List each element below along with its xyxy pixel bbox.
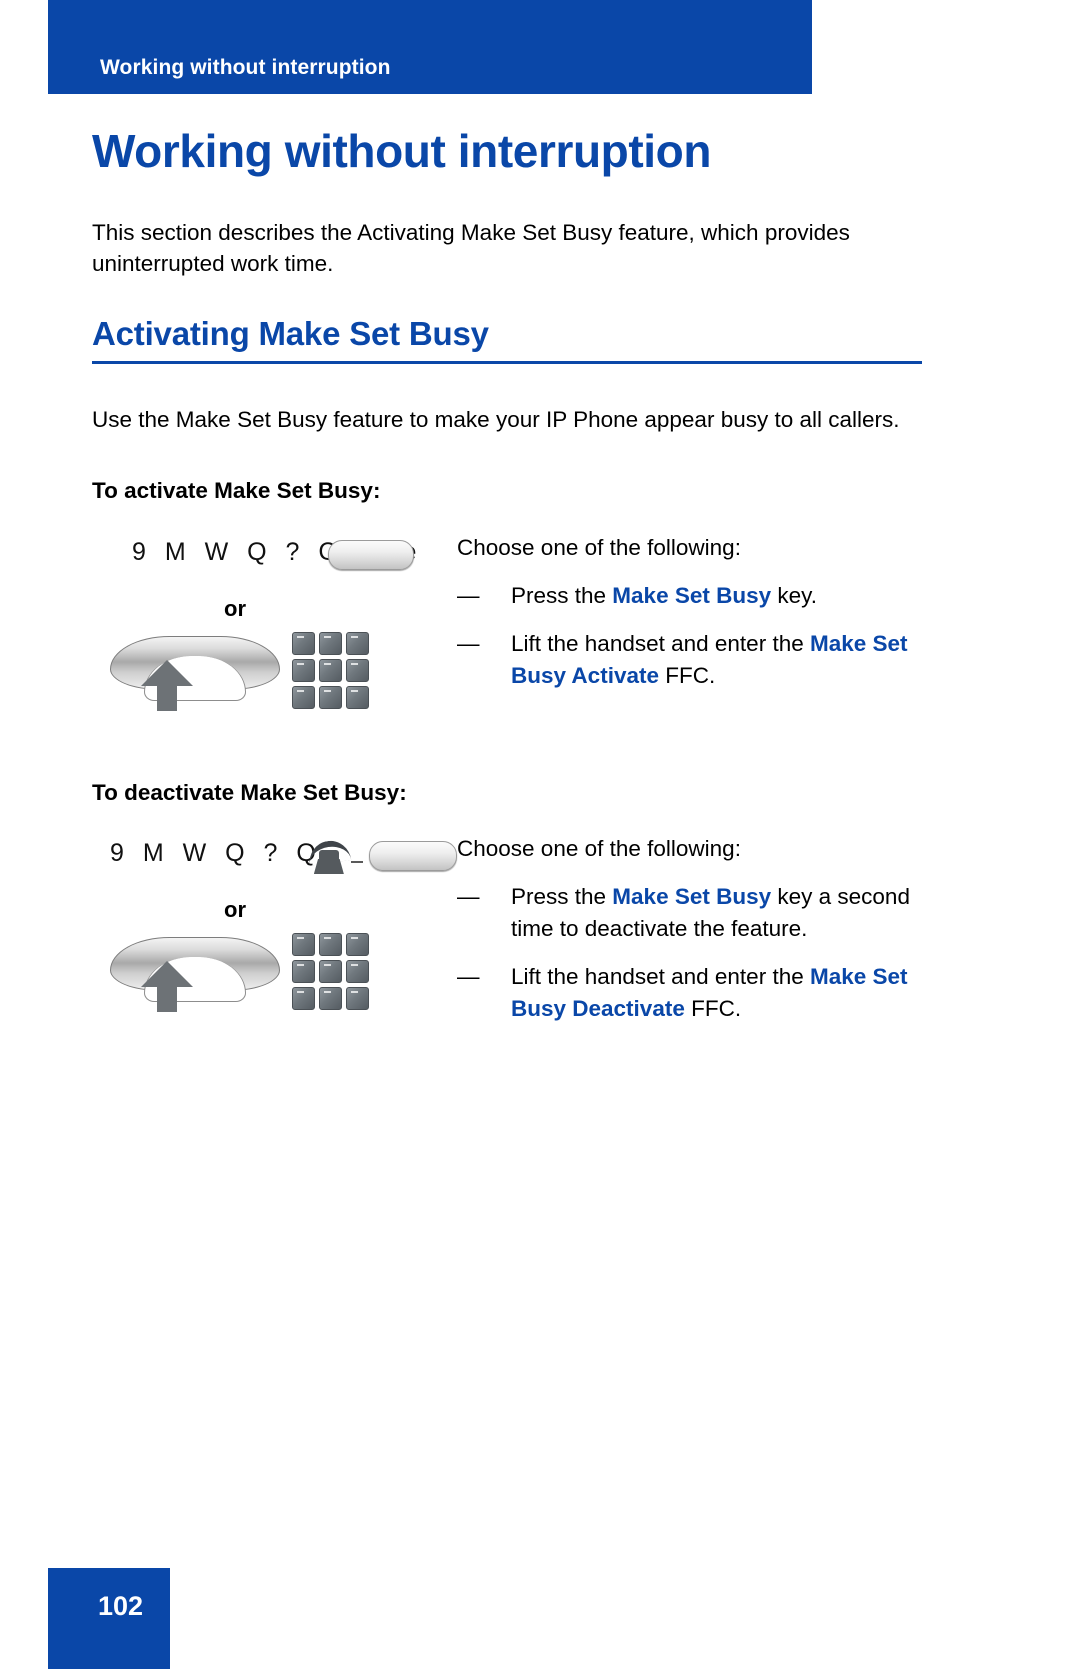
feature-key-icon <box>368 840 457 871</box>
bullet-dash: — <box>457 963 480 989</box>
emphasised-feature-name: Make Set Busy <box>612 883 772 909</box>
deactivate-icon-glyphs: 9 M W Q ? Q <box>110 839 322 868</box>
footer-page-number-box: 102 <box>48 1568 170 1669</box>
activate-handset-illustration <box>92 630 457 722</box>
keypad-key <box>346 658 369 682</box>
activate-icon-column: 9 M W Q ? C e or <box>92 532 457 722</box>
section-heading: Activating Make Set Busy <box>92 314 489 352</box>
activate-step-block: 9 M W Q ? C e or <box>0 506 1080 722</box>
bullet-text: Lift the handset and enter the Make Set … <box>511 628 941 692</box>
running-header-bar: Working without interruption <box>48 0 812 94</box>
keypad-key <box>292 685 315 709</box>
bullet-dash: — <box>457 582 480 608</box>
page-content: Working without interruption This sectio… <box>0 94 1080 1041</box>
bullet-text: Press the Make Set Busy key. <box>511 580 941 612</box>
activate-or-label: or <box>224 595 246 621</box>
lift-arrow-stem <box>157 684 177 711</box>
plain-run: key. <box>771 582 817 608</box>
keypad-key <box>292 959 315 983</box>
deactivate-bullet: — Lift the handset and enter the Make Se… <box>457 961 1080 1025</box>
activate-bullet: — Press the Make Set Busy key. <box>457 580 1080 612</box>
keypad-key <box>319 986 342 1010</box>
plain-run: Lift the handset and enter the <box>511 963 810 989</box>
bullet-dash: — <box>457 883 480 909</box>
handset-icon <box>110 630 280 711</box>
keypad-key <box>346 986 369 1010</box>
keypad-key <box>319 631 342 655</box>
desk-phone-base <box>313 858 344 874</box>
lift-arrow-stem <box>157 985 177 1012</box>
lift-arrow-head <box>141 960 193 987</box>
activate-key-icon-row: 9 M W Q ? C e <box>92 532 457 574</box>
plain-run: FFC. <box>684 995 742 1021</box>
emphasised-feature-name: Make Set Busy <box>612 582 772 608</box>
keypad-key <box>319 685 342 709</box>
keypad-icon <box>292 932 369 1010</box>
keypad-key <box>292 986 315 1010</box>
feature-key-icon <box>328 539 415 570</box>
keypad-icon <box>292 631 369 709</box>
keypad-key <box>292 932 315 956</box>
deactivate-lead-line: Choose one of the following: <box>457 835 741 861</box>
deactivate-step-block: 9 M W Q ? Q or Choose one of the followi… <box>0 807 1080 1041</box>
deactivate-handset-illustration <box>92 931 457 1023</box>
activate-bullet: — Lift the handset and enter the Make Se… <box>457 628 1080 692</box>
bullet-dash: — <box>457 630 480 656</box>
lift-arrow-head <box>141 659 193 686</box>
activate-sub-head: To activate Make Set Busy: <box>92 478 381 504</box>
handset-icon <box>110 931 280 1012</box>
keypad-key <box>346 959 369 983</box>
bullet-text: Lift the handset and enter the Make Set … <box>511 961 941 1025</box>
desk-phone-icon <box>306 838 352 874</box>
keypad-key <box>319 658 342 682</box>
keypad-key <box>346 932 369 956</box>
deactivate-instruction-column: Choose one of the following: — Press the… <box>457 833 1080 1041</box>
key-lead-line <box>351 860 363 863</box>
deactivate-sub-head: To deactivate Make Set Busy: <box>92 779 407 805</box>
deactivate-bullet: — Press the Make Set Busy key a second t… <box>457 881 1080 945</box>
keypad-key <box>346 631 369 655</box>
section-paragraph: Use the Make Set Busy feature to make yo… <box>92 406 900 432</box>
deactivate-icon-column: 9 M W Q ? Q or <box>92 833 457 1023</box>
page-number: 102 <box>98 1591 144 1621</box>
keypad-key <box>292 658 315 682</box>
activate-icon-glyphs: 9 M W Q ? C <box>132 538 343 567</box>
plain-run: Press the <box>511 582 613 608</box>
activate-lead-line: Choose one of the following: <box>457 534 741 560</box>
keypad-key <box>319 932 342 956</box>
keypad-key <box>346 685 369 709</box>
deactivate-key-icon-row: 9 M W Q ? Q <box>92 833 457 875</box>
running-header-text: Working without interruption <box>100 56 391 79</box>
deactivate-or-label: or <box>224 896 246 922</box>
plain-run: FFC. <box>658 662 716 688</box>
bullet-text: Press the Make Set Busy key a second tim… <box>511 881 941 945</box>
section-heading-wrap: Activating Make Set Busy <box>0 280 930 364</box>
keypad-key <box>319 959 342 983</box>
plain-run: Lift the handset and enter the <box>511 630 810 656</box>
activate-instruction-column: Choose one of the following: — Press the… <box>457 532 1080 708</box>
keypad-key <box>292 631 315 655</box>
intro-paragraph: This section describes the Activating Ma… <box>92 219 850 277</box>
plain-run: Press the <box>511 883 613 909</box>
page-title: Working without interruption <box>92 125 712 177</box>
